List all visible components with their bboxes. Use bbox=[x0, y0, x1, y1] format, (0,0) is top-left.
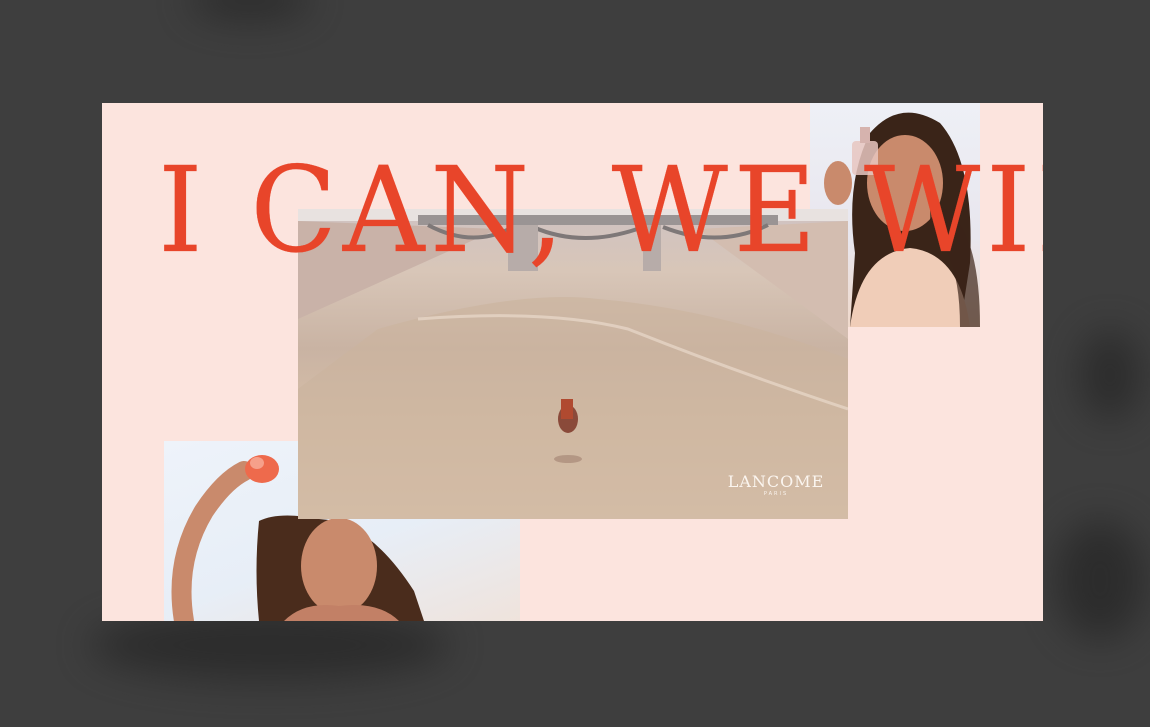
backdrop-shadow bbox=[1055, 520, 1145, 640]
brand-logo: LANCOME PARIS bbox=[726, 472, 826, 498]
presentation-backdrop: LANCOME PARIS I CAN, WE WILL bbox=[0, 0, 1150, 727]
slide-canvas: LANCOME PARIS I CAN, WE WILL bbox=[102, 103, 1043, 621]
brand-name: LANCOME bbox=[727, 472, 825, 491]
backdrop-shadow bbox=[1080, 330, 1140, 420]
brand-subtitle: PARIS bbox=[763, 491, 789, 497]
headline-text: I CAN, WE WILL bbox=[158, 141, 1043, 279]
backdrop-shadow bbox=[190, 0, 310, 20]
